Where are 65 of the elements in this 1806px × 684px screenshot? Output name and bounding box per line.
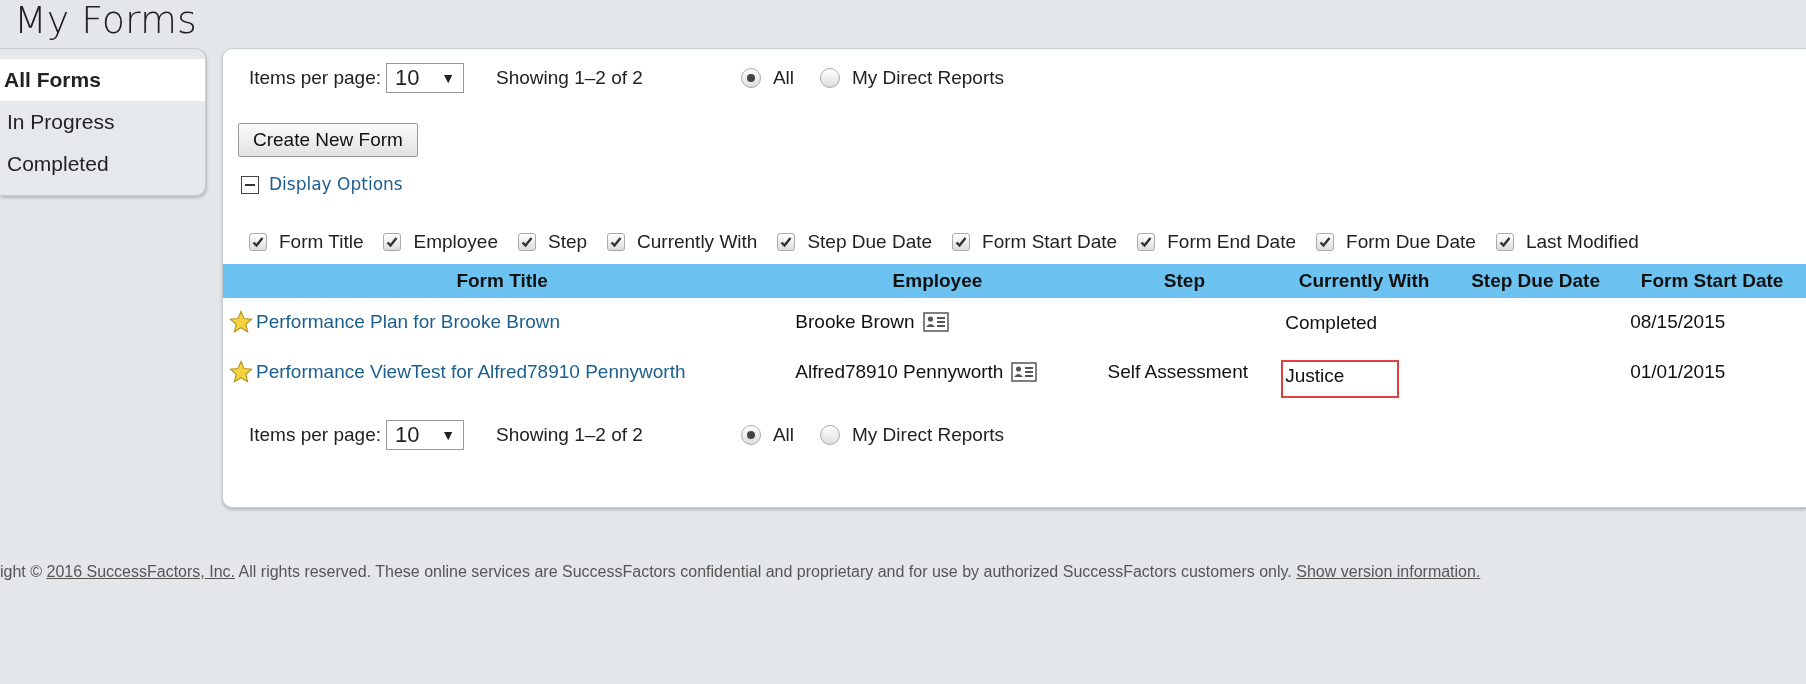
footer-text: ight © 2016 SuccessFactors, Inc. All rights reserved. These online services are SuccessFactors confidential and proprietary and for use by authorized SuccessFactors customers only. Show version information. [0, 562, 1482, 582]
sidebar-item[interactable]: In Progress [0, 101, 205, 143]
radio-label: My Direct Reports [852, 422, 1005, 447]
column-option-label: Step Due Date [807, 229, 933, 254]
checkbox[interactable] [952, 232, 971, 251]
radio-button[interactable] [820, 425, 840, 445]
items-per-page-select[interactable]: 10 ▼ [386, 420, 465, 450]
step-cell: Self Assessment [1107, 360, 1249, 382]
column-option-label: Form End Date [1167, 229, 1297, 254]
column-option-label: Employee [413, 229, 498, 254]
contact-card-icon[interactable] [1011, 362, 1038, 382]
column-header[interactable]: Form Title [223, 264, 782, 298]
showing-count: Showing 1–2 of 2 [496, 65, 643, 90]
checkbox[interactable] [607, 232, 626, 251]
form-title-link[interactable]: Performance Plan for Brooke Brown [256, 307, 561, 337]
items-per-page-label: Items per page: [249, 65, 382, 90]
items-per-page-select[interactable]: 10 ▼ [386, 63, 465, 93]
sidebar-item[interactable]: All Forms [0, 59, 205, 101]
radio-button[interactable] [740, 425, 761, 445]
column-header[interactable]: Step [1093, 264, 1276, 298]
column-option-label: Last Modified [1525, 229, 1639, 254]
column-option-label: Currently With [637, 229, 758, 254]
checkbox[interactable] [1137, 232, 1156, 251]
version-info-link[interactable]: Show version information. [1296, 563, 1481, 580]
column-header[interactable]: Step Due Date [1452, 264, 1619, 298]
contact-card-icon[interactable] [922, 312, 949, 332]
checkbox[interactable] [249, 232, 267, 251]
select-value: 10 [395, 424, 420, 446]
employee-name: Brooke Brown [795, 309, 915, 334]
star-icon[interactable] [229, 360, 253, 384]
showing-count: Showing 1–2 of 2 [496, 422, 643, 447]
page-title: My Forms [14, 0, 198, 40]
collapse-icon[interactable] [241, 175, 259, 194]
column-header[interactable]: Employee [781, 264, 1094, 298]
radio-button[interactable] [820, 68, 840, 88]
create-new-form-button[interactable]: Create New Form [238, 123, 418, 157]
radio-label: All [772, 65, 794, 90]
checkbox[interactable] [383, 232, 402, 251]
items-per-page-label: Items per page: [249, 422, 382, 447]
form-start-date-cell: 01/01/2015 [1630, 360, 1726, 382]
display-options-link[interactable]: Display Options [269, 172, 403, 198]
form-title-link[interactable]: Performance ViewTest for Alfred78910 Pennyworth [256, 357, 686, 387]
column-option-label: Form Start Date [982, 229, 1118, 254]
caret-icon: ▼ [441, 71, 456, 85]
column-header[interactable]: Currently With [1275, 264, 1453, 298]
sidebar-item[interactable]: Completed [0, 143, 205, 185]
company-link[interactable]: 2016 SuccessFactors, Inc. [46, 563, 235, 580]
currently-with-cell-text: Completed [1284, 311, 1379, 335]
checkbox[interactable] [777, 232, 796, 251]
caret-icon: ▼ [441, 428, 456, 442]
column-header[interactable]: Form Start Date [1618, 264, 1806, 298]
select-value: 10 [395, 67, 420, 89]
radio-label: All [772, 422, 794, 447]
star-icon[interactable] [229, 310, 253, 334]
employee-name: Alfred78910 Pennyworth [795, 359, 1004, 384]
form-start-date-cell: 08/15/2015 [1630, 310, 1726, 332]
column-option-label: Form Due Date [1346, 229, 1476, 254]
checkbox[interactable] [1316, 232, 1335, 251]
currently-with-cell: Justice [1281, 360, 1400, 398]
radio-label: My Direct Reports [852, 65, 1005, 90]
checkbox[interactable] [517, 232, 536, 251]
radio-button[interactable] [740, 68, 761, 88]
checkbox[interactable] [1495, 232, 1514, 251]
column-option-label: Form Title [279, 229, 364, 254]
column-option-label: Step [547, 229, 588, 254]
